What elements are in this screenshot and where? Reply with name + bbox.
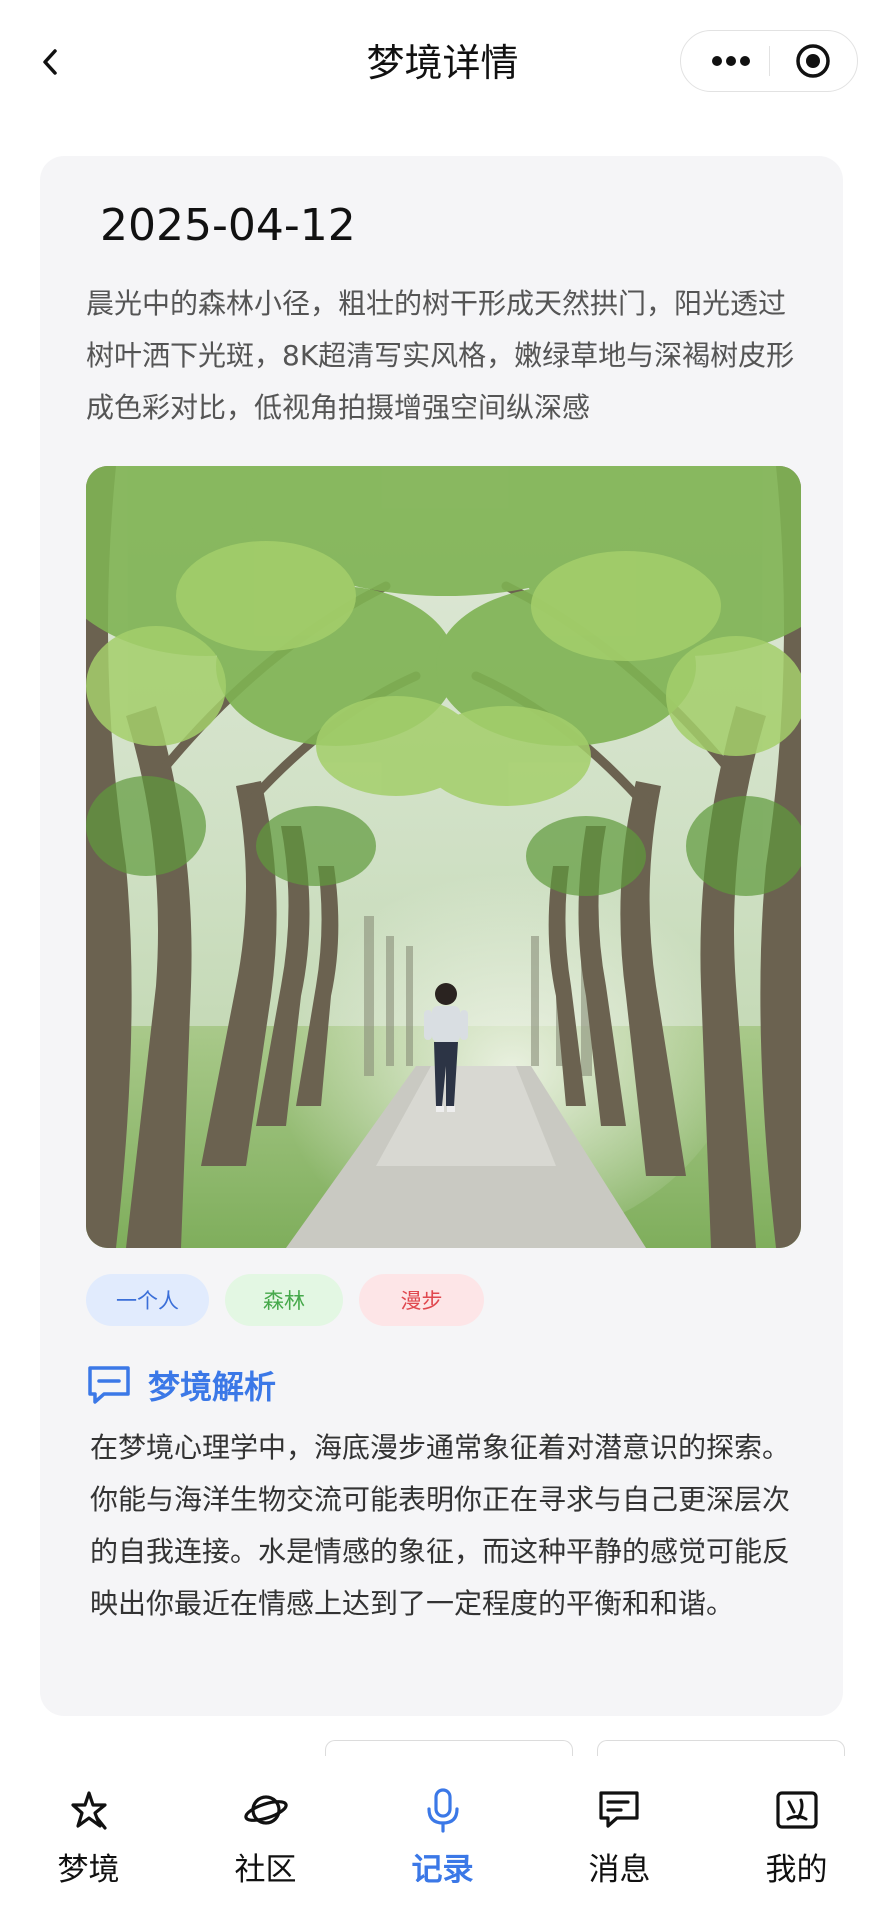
planet-icon — [242, 1786, 290, 1834]
tab-profile[interactable]: 我的 — [708, 1756, 885, 1920]
dream-date: 2025-04-12 — [100, 200, 356, 251]
message-icon — [596, 1786, 644, 1834]
close-button[interactable] — [781, 31, 845, 91]
sparkle-star-icon — [65, 1786, 113, 1834]
tab-label: 我的 — [765, 1852, 828, 1888]
tab-label: 社区 — [234, 1852, 297, 1888]
dream-description: 晨光中的森林小径，粗壮的树干形成天然拱门，阳光透过树叶洒下光斑，8K超清写实风格… — [86, 287, 795, 424]
tag-chip[interactable]: 森林 — [225, 1274, 343, 1326]
tag-chip[interactable]: 一个人 — [86, 1274, 209, 1326]
tab-record[interactable]: 记录 — [354, 1756, 531, 1920]
analysis-title: 梦境解析 — [148, 1368, 277, 1406]
more-dots-icon — [712, 56, 750, 66]
microphone-icon — [419, 1786, 467, 1834]
dream-image[interactable] — [86, 466, 801, 1248]
tab-label: 梦境 — [57, 1852, 120, 1888]
analysis-text: 在梦境心理学中，海底漫步通常象征着对潜意识的探索。你能与海洋生物交流可能表明你正… — [90, 1431, 791, 1620]
tab-community[interactable]: 社区 — [177, 1756, 354, 1920]
tab-dream[interactable]: 梦境 — [0, 1756, 177, 1920]
bottom-tab-bar: 梦境 社区 记录 消息 我的 — [0, 1756, 885, 1920]
tab-messages[interactable]: 消息 — [531, 1756, 708, 1920]
tab-label: 记录 — [411, 1852, 474, 1888]
dream-detail-card: 2025-04-12 晨光中的森林小径，粗壮的树干形成天然拱门，阳光透过树叶洒下… — [40, 156, 843, 1716]
analysis-header: 梦境解析 — [86, 1361, 276, 1409]
target-circle-icon — [796, 44, 830, 78]
dream-tags: 一个人 森林 漫步 — [86, 1274, 484, 1326]
profile-icon — [773, 1786, 821, 1834]
tag-chip[interactable]: 漫步 — [359, 1274, 484, 1326]
tab-label: 消息 — [588, 1852, 651, 1888]
navigation-bar: 梦境详情 — [0, 0, 885, 125]
capsule-divider — [769, 46, 770, 76]
more-button[interactable] — [699, 31, 763, 91]
capsule-menu — [680, 30, 858, 92]
chat-bubble-icon — [88, 1366, 130, 1404]
